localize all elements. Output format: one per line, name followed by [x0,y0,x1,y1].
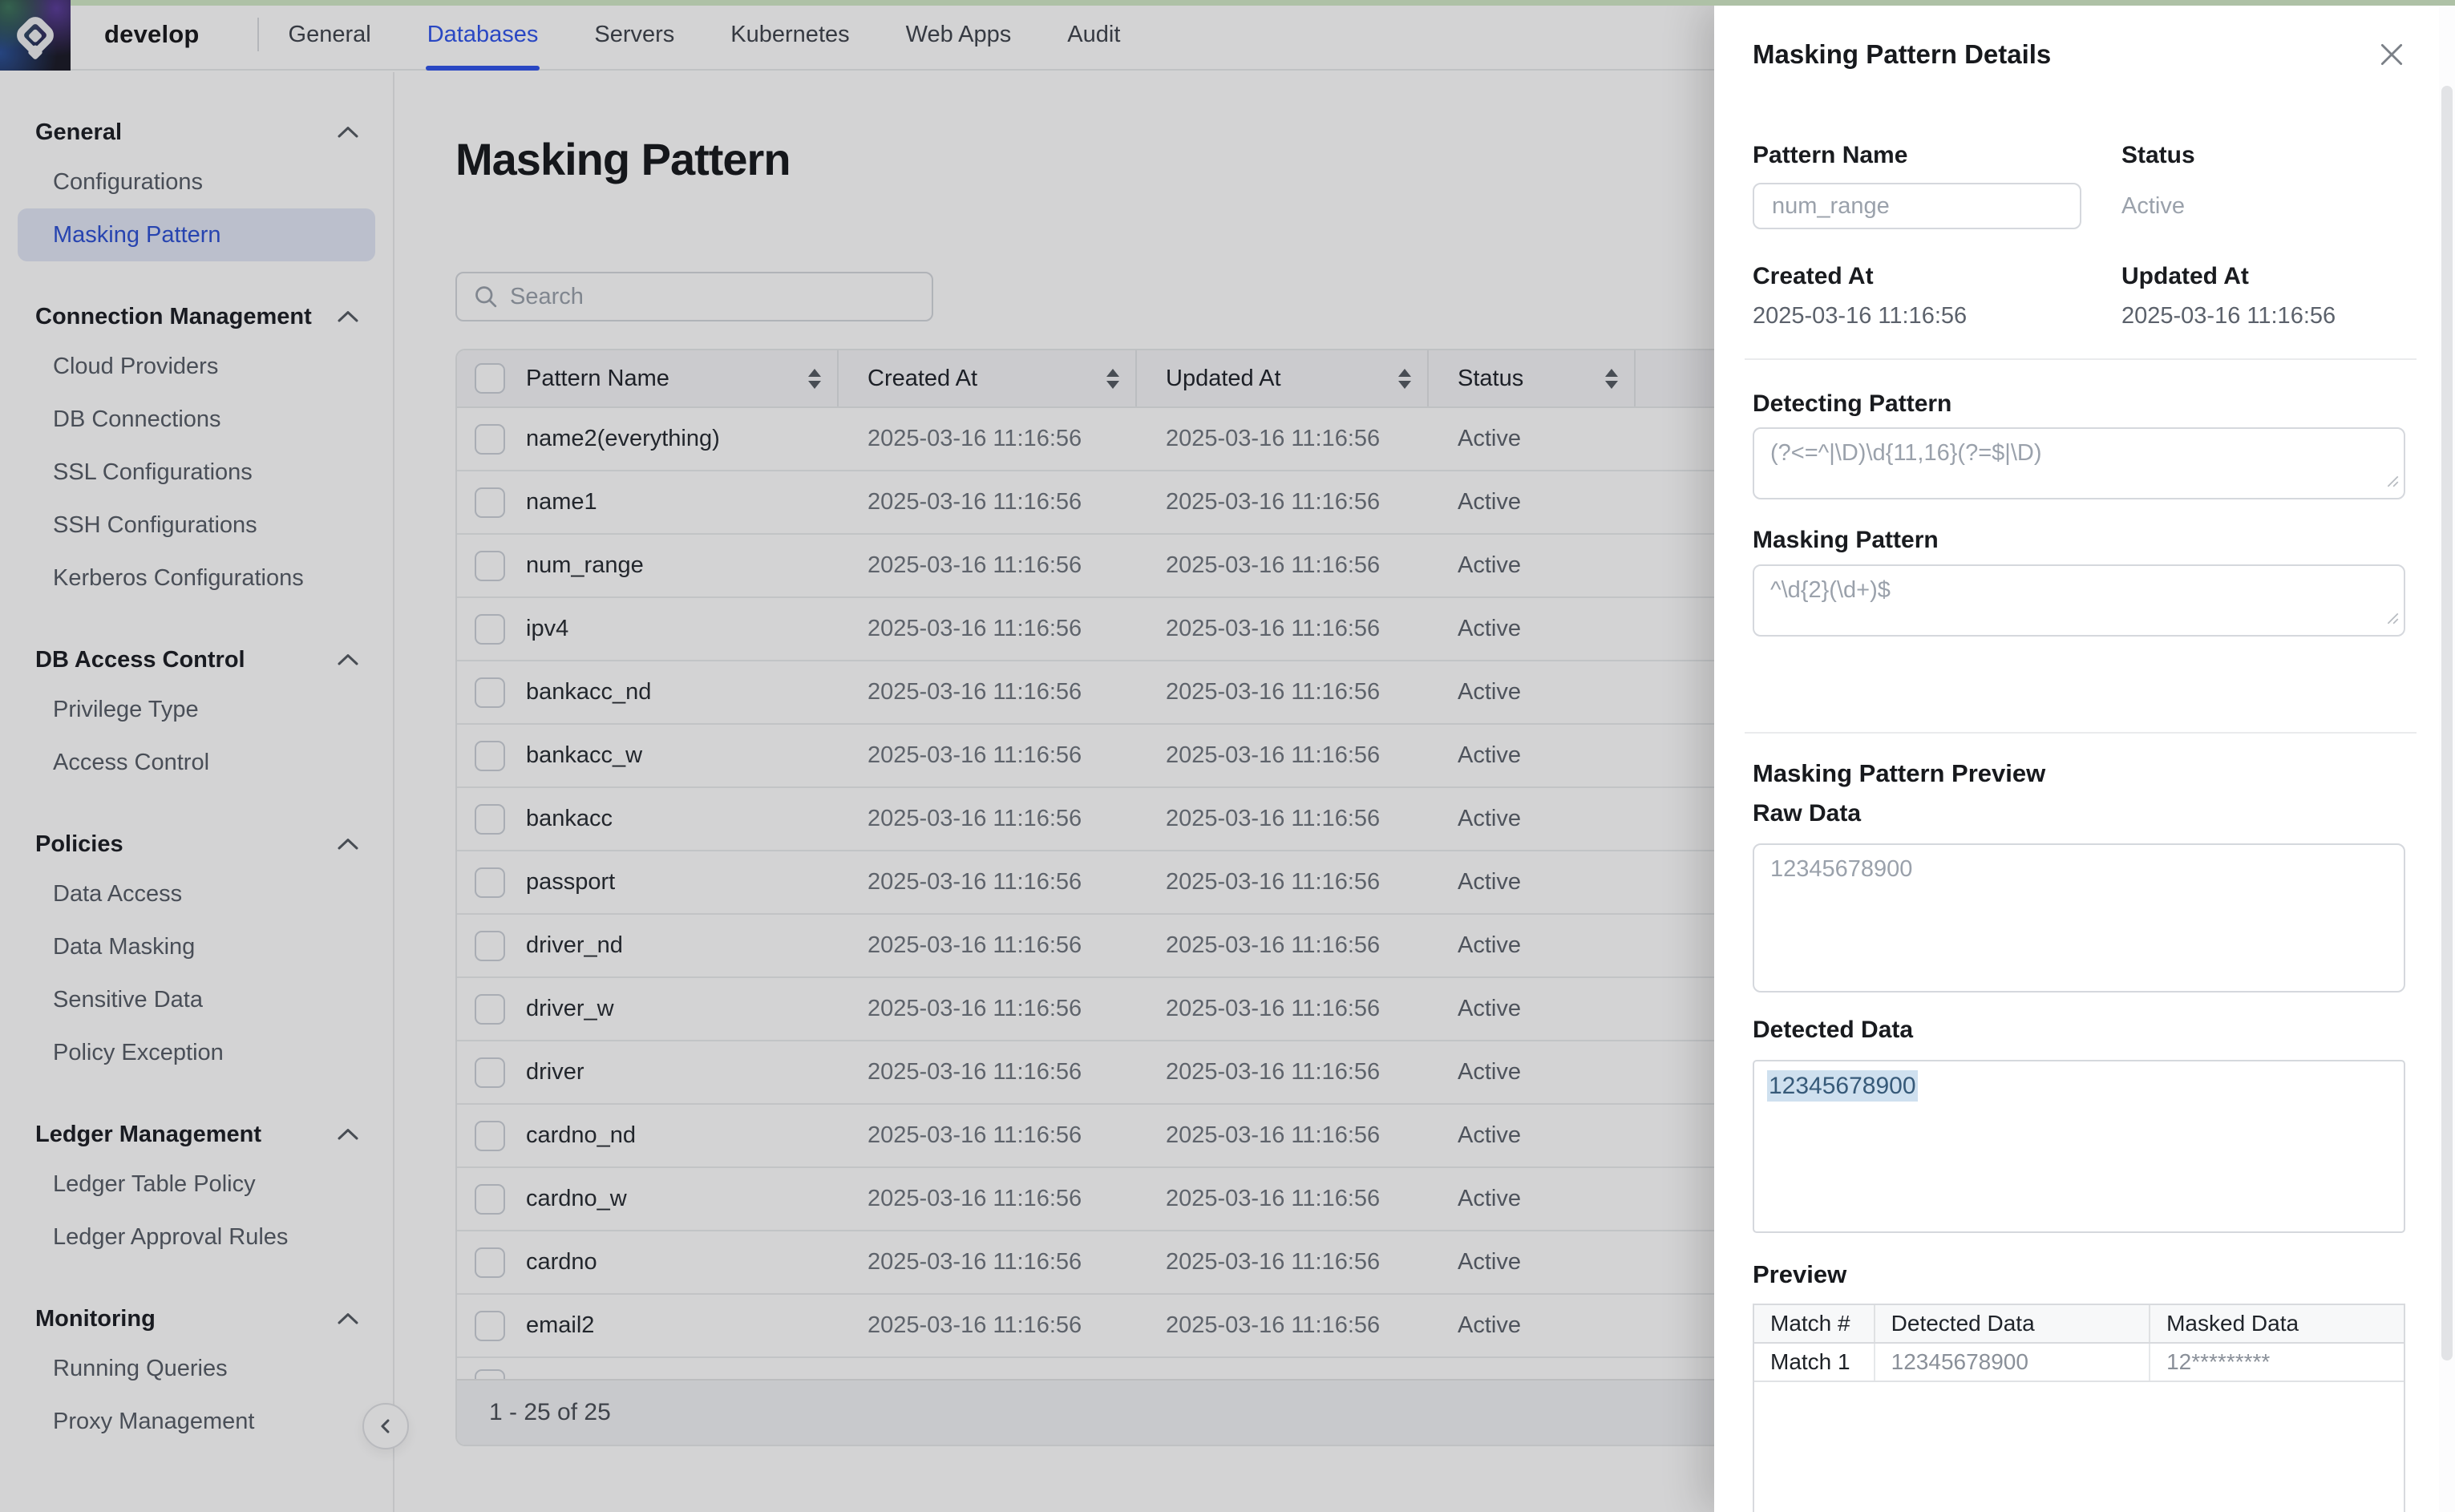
details-drawer: Masking Pattern Details Pattern Name Sta… [1714,6,2455,1512]
preview-table: Match #Detected DataMasked Data Match 11… [1753,1304,2405,1512]
masking-pattern-textarea[interactable]: ^\d{2}(\d+)$ [1753,564,2405,637]
drawer-scrollbar[interactable] [2439,6,2455,1512]
preview-table-body: Match 11234567890012********* [1754,1344,2404,1382]
preview-cell-masked: 12********* [2150,1344,2404,1381]
drawer-title: Masking Pattern Details [1753,39,2051,70]
detecting-pattern-label: Detecting Pattern [1753,390,2405,418]
raw-data-label: Raw Data [1753,800,2405,827]
divider [1745,358,2417,360]
scrollbar-thumb[interactable] [2441,86,2453,1360]
preview-column-detected-data: Detected Data [1875,1305,2150,1342]
close-button[interactable] [2373,36,2410,73]
detecting-pattern-textarea[interactable]: (?<=^|\D)\d{11,16}(?=$|\D) [1753,427,2405,499]
detected-data-highlight: 12345678900 [1767,1070,1918,1102]
detected-data-box[interactable]: 12345678900 [1753,1060,2405,1233]
updated-at-value: 2025-03-16 11:16:56 [2121,303,2405,329]
close-icon [2376,38,2408,71]
preview-table-row: Match 11234567890012********* [1754,1344,2404,1382]
status-value: Active [2121,193,2405,220]
drawer-backdrop[interactable] [0,0,1714,1512]
detected-data-label: Detected Data [1753,1017,2405,1044]
preview-section-heading: Masking Pattern Preview [1753,759,2405,788]
preview-table-header: Match #Detected DataMasked Data [1754,1305,2404,1344]
raw-data-textarea[interactable]: 12345678900 [1753,843,2405,993]
status-label: Status [2121,142,2405,169]
divider [1745,732,2417,734]
preview-heading: Preview [1753,1260,2405,1289]
created-at-label: Created At [1753,263,2121,290]
preview-column-match: Match # [1754,1305,1875,1342]
preview-column-masked-data: Masked Data [2150,1305,2404,1342]
drawer-header: Masking Pattern Details [1753,36,2405,73]
preview-cell-match: Match 1 [1754,1344,1875,1381]
masking-pattern-label: Masking Pattern [1753,527,2405,554]
preview-cell-detected: 12345678900 [1875,1344,2150,1381]
pattern-name-input[interactable] [1753,183,2081,229]
created-at-value: 2025-03-16 11:16:56 [1753,303,2121,329]
updated-at-label: Updated At [2121,263,2405,290]
pattern-name-label: Pattern Name [1753,142,2121,169]
top-edge-strip [71,0,2455,6]
